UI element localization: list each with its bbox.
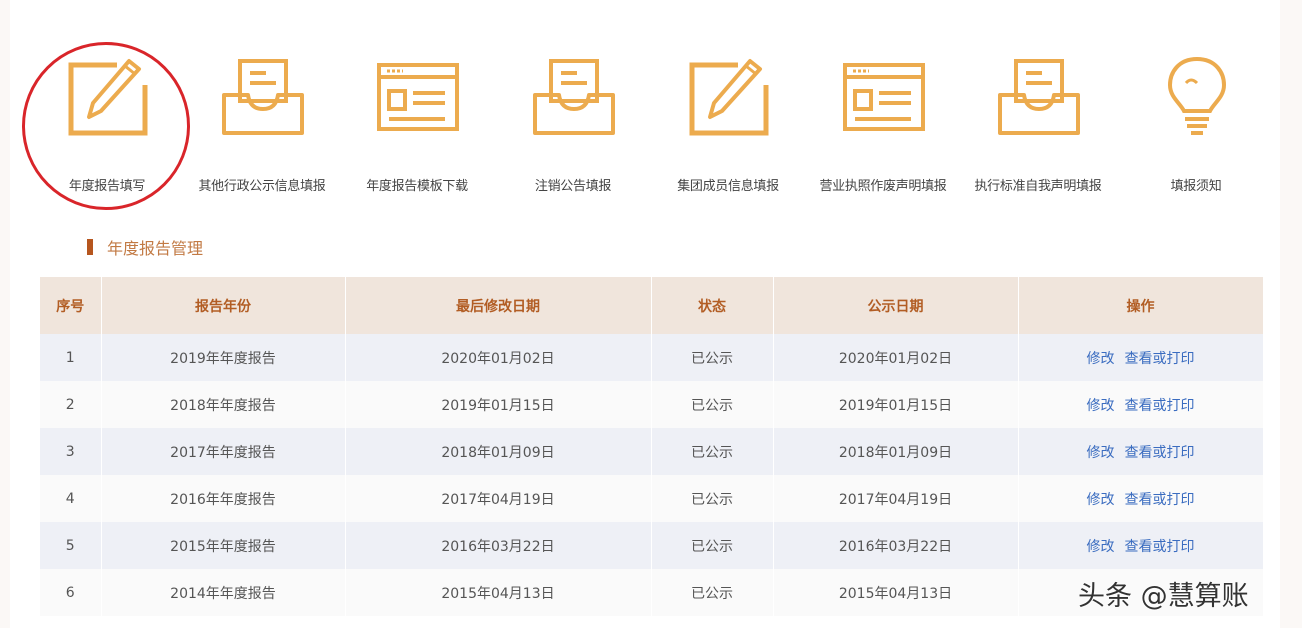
table-row: 3 2017年年度报告 2018年01月09日 已公示 2018年01月09日 … <box>40 428 1264 475</box>
view-print-link[interactable]: 查看或打印 <box>1125 539 1195 555</box>
cell-report-year: 2018年年度报告 <box>101 381 346 428</box>
cell-last-modified: 2019年01月15日 <box>345 381 652 428</box>
cell-publish-date: 2020年01月02日 <box>773 334 1019 381</box>
cell-report-year: 2017年年度报告 <box>101 428 346 475</box>
cell-no: 4 <box>40 475 102 522</box>
table-row: 2 2018年年度报告 2019年01月15日 已公示 2019年01月15日 … <box>40 381 1264 428</box>
view-print-link[interactable]: 查看或打印 <box>1125 492 1195 508</box>
cell-last-modified: 2020年01月02日 <box>345 334 652 381</box>
cell-actions: 修改 查看或打印 <box>1018 428 1264 475</box>
cell-publish-date: 2016年03月22日 <box>773 522 1019 569</box>
cell-status: 已公示 <box>651 428 774 475</box>
edit-link[interactable]: 修改 <box>1087 398 1115 414</box>
cell-last-modified: 2018年01月09日 <box>345 428 652 475</box>
cell-no: 5 <box>40 522 102 569</box>
edit-link[interactable]: 修改 <box>1087 539 1115 555</box>
cell-last-modified: 2016年03月22日 <box>345 522 652 569</box>
cell-status: 已公示 <box>651 569 774 616</box>
header-last-modified: 最后修改日期 <box>345 277 652 334</box>
header-actions: 操作 <box>1018 277 1264 334</box>
inbox-tray-icon <box>998 59 1080 135</box>
cell-no: 2 <box>40 381 102 428</box>
cell-no: 3 <box>40 428 102 475</box>
header-status: 状态 <box>651 277 774 334</box>
view-print-link[interactable]: 查看或打印 <box>1125 445 1195 461</box>
table-row: 1 2019年年度报告 2020年01月02日 已公示 2020年01月02日 … <box>40 334 1264 381</box>
cell-report-year: 2015年年度报告 <box>101 522 346 569</box>
nav-label: 填报须知 <box>1170 179 1222 194</box>
table-header-row: 序号 报告年份 最后修改日期 状态 公示日期 操作 <box>40 277 1264 334</box>
cell-publish-date: 2015年04月13日 <box>773 569 1019 616</box>
section-title: 年度报告管理 <box>107 239 204 258</box>
service-icon-bar: 年度报告填写 其他行政公示信息填报 年度报告模板下载 注销公告填报 集团成员信息… <box>0 0 1302 215</box>
edit-link[interactable]: 修改 <box>1087 492 1115 508</box>
cell-publish-date: 2018年01月09日 <box>773 428 1019 475</box>
cell-no: 1 <box>40 334 102 381</box>
cell-actions: 修改 查看或打印 <box>1018 334 1264 381</box>
edit-pencil-icon <box>68 59 148 136</box>
cell-last-modified: 2017年04月19日 <box>345 475 652 522</box>
table-row: 5 2015年年度报告 2016年03月22日 已公示 2016年03月22日 … <box>40 522 1264 569</box>
table-row: 4 2016年年度报告 2017年04月19日 已公示 2017年04月19日 … <box>40 475 1264 522</box>
section-heading: 年度报告管理 <box>87 236 203 258</box>
nav-standard-self-declaration[interactable]: 执行标准自我声明填报 <box>958 0 1118 215</box>
header-publish-date: 公示日期 <box>773 277 1019 334</box>
edit-link[interactable]: 修改 <box>1087 351 1115 367</box>
cell-report-year: 2014年年度报告 <box>101 569 346 616</box>
cell-actions: 修改 查看或打印 <box>1018 381 1264 428</box>
header-report-year: 报告年份 <box>101 277 346 334</box>
cell-publish-date: 2019年01月15日 <box>773 381 1019 428</box>
cell-status: 已公示 <box>651 522 774 569</box>
edit-pencil-icon <box>689 59 769 136</box>
view-print-link[interactable]: 查看或打印 <box>1125 398 1195 414</box>
cell-actions: 修改 查看或打印 <box>1018 475 1264 522</box>
lightbulb-icon <box>1167 56 1227 135</box>
header-no: 序号 <box>40 277 102 334</box>
cell-status: 已公示 <box>651 475 774 522</box>
cell-status: 已公示 <box>651 381 774 428</box>
cell-last-modified: 2015年04月13日 <box>345 569 652 616</box>
inbox-tray-icon <box>222 59 304 135</box>
cell-report-year: 2019年年度报告 <box>101 334 346 381</box>
edit-link[interactable]: 修改 <box>1087 445 1115 461</box>
cell-status: 已公示 <box>651 334 774 381</box>
section-marker <box>87 239 93 255</box>
inbox-tray-icon <box>533 59 615 135</box>
watermark-text: 头条 @慧算账 <box>1078 581 1249 612</box>
cell-publish-date: 2017年04月19日 <box>773 475 1019 522</box>
view-print-link[interactable]: 查看或打印 <box>1125 351 1195 367</box>
annual-report-table: 序号 报告年份 最后修改日期 状态 公示日期 操作 1 2019年年度报告 20… <box>40 277 1264 616</box>
cell-report-year: 2016年年度报告 <box>101 475 346 522</box>
nav-filing-notice[interactable]: 填报须知 <box>1116 0 1276 215</box>
cell-actions: 修改 查看或打印 <box>1018 522 1264 569</box>
form-template-icon <box>377 63 459 131</box>
form-template-icon <box>843 63 925 131</box>
cell-no: 6 <box>40 569 102 616</box>
